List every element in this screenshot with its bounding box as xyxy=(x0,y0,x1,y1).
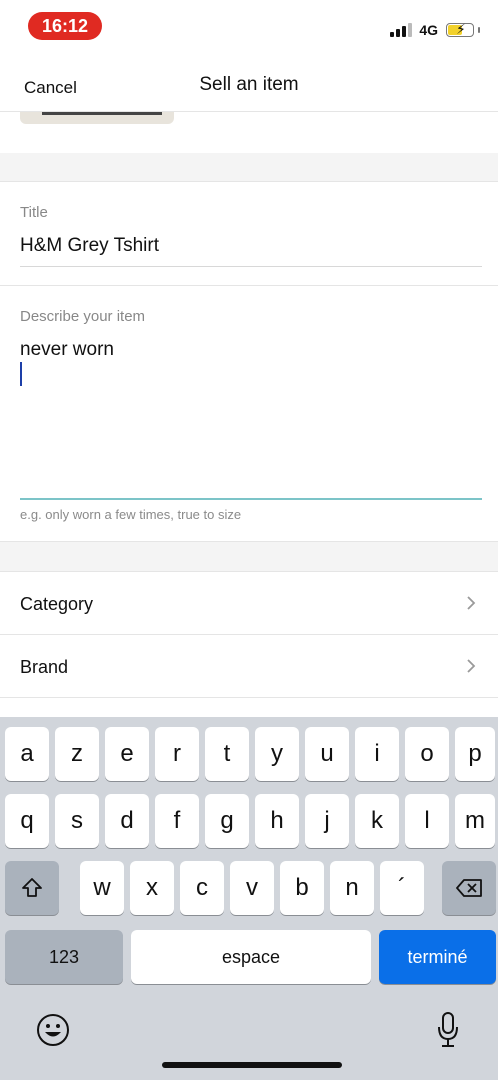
emoji-icon[interactable] xyxy=(36,1013,70,1047)
key-d[interactable]: d xyxy=(105,794,149,848)
network-type: 4G xyxy=(419,22,438,38)
key-b[interactable]: b xyxy=(280,861,324,915)
key-z[interactable]: z xyxy=(55,727,99,781)
title-input[interactable]: H&M Grey Tshirt xyxy=(20,235,159,257)
key-f[interactable]: f xyxy=(155,794,199,848)
microphone-icon[interactable] xyxy=(436,1011,460,1049)
shift-icon xyxy=(22,878,42,897)
key-s[interactable]: s xyxy=(55,794,99,848)
key-q[interactable]: q xyxy=(5,794,49,848)
keyboard: a z e r t y u i o p q s d f g h j k l m … xyxy=(0,717,498,1080)
key-o[interactable]: o xyxy=(405,727,449,781)
divider xyxy=(0,697,498,698)
page-title: Sell an item xyxy=(199,74,299,95)
key-k[interactable]: k xyxy=(355,794,399,848)
home-indicator xyxy=(162,1062,342,1068)
cellular-signal-icon xyxy=(390,23,413,37)
key-c[interactable]: c xyxy=(180,861,224,915)
key-y[interactable]: y xyxy=(255,727,299,781)
space-key[interactable]: espace xyxy=(131,930,371,984)
key-g[interactable]: g xyxy=(205,794,249,848)
section-gap xyxy=(0,542,498,571)
status-time[interactable]: 16:12 xyxy=(28,12,102,40)
title-label: Title xyxy=(20,204,48,221)
backspace-key[interactable] xyxy=(442,861,496,915)
done-key[interactable]: terminé xyxy=(379,930,496,984)
title-underline xyxy=(20,266,482,267)
key-t[interactable]: t xyxy=(205,727,249,781)
text-caret xyxy=(20,362,22,386)
key-u[interactable]: u xyxy=(305,727,349,781)
divider xyxy=(0,181,498,182)
battery-cap xyxy=(478,27,480,33)
key-h[interactable]: h xyxy=(255,794,299,848)
key-p[interactable]: p xyxy=(455,727,495,781)
key-accent[interactable]: ´ xyxy=(380,861,424,915)
brand-label: Brand xyxy=(20,657,69,677)
key-n[interactable]: n xyxy=(330,861,374,915)
numbers-key[interactable]: 123 xyxy=(5,930,123,984)
key-w[interactable]: w xyxy=(80,861,124,915)
key-r[interactable]: r xyxy=(155,727,199,781)
shift-key[interactable] xyxy=(5,861,59,915)
key-j[interactable]: j xyxy=(305,794,349,848)
description-label: Describe your item xyxy=(20,308,146,325)
category-row[interactable]: Category xyxy=(0,572,498,634)
key-e[interactable]: e xyxy=(105,727,149,781)
key-i[interactable]: i xyxy=(355,727,399,781)
key-a[interactable]: a xyxy=(5,727,49,781)
brand-row[interactable]: Brand xyxy=(0,635,498,697)
status-indicators: 4G ⚡ xyxy=(390,20,480,40)
chevron-right-icon xyxy=(467,659,476,673)
key-m[interactable]: m xyxy=(455,794,495,848)
backspace-icon xyxy=(456,879,482,897)
divider xyxy=(0,285,498,286)
category-label: Category xyxy=(20,594,94,614)
status-bar: 16:12 4G ⚡ xyxy=(0,0,498,52)
key-v[interactable]: v xyxy=(230,861,274,915)
key-x[interactable]: x xyxy=(130,861,174,915)
chevron-right-icon xyxy=(467,596,476,610)
key-l[interactable]: l xyxy=(405,794,449,848)
description-underline xyxy=(20,498,482,500)
nav-bar: Cancel Sell an item xyxy=(0,52,498,112)
description-input[interactable]: never worn xyxy=(20,339,114,361)
photo-thumbnail[interactable] xyxy=(20,112,174,124)
section-gap xyxy=(0,153,498,181)
description-hint: e.g. only worn a few times, true to size xyxy=(20,507,242,522)
battery-charging-icon: ⚡ xyxy=(446,21,474,37)
